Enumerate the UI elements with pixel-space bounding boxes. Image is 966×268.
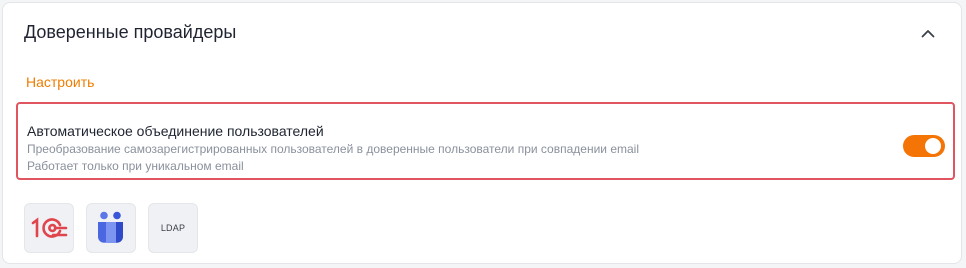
auto-merge-toggle[interactable] bbox=[903, 135, 945, 157]
people-logo-icon bbox=[97, 211, 124, 243]
collapse-button[interactable] bbox=[914, 19, 942, 47]
ldap-icon: LDAP bbox=[160, 223, 186, 233]
toggle-knob bbox=[925, 138, 941, 154]
auto-merge-note: Работает только при уникальном email bbox=[27, 159, 244, 173]
section-title: Доверенные провайдеры bbox=[24, 22, 237, 42]
provider-list: LDAP bbox=[24, 203, 198, 253]
auto-merge-setting: Автоматическое объединение пользователей… bbox=[16, 102, 955, 180]
auto-merge-title: Автоматическое объединение пользователей bbox=[27, 123, 324, 139]
trusted-providers-card: Доверенные провайдеры Настроить Автомати… bbox=[2, 2, 962, 264]
provider-ldap[interactable]: LDAP bbox=[148, 203, 198, 253]
chevron-up-icon bbox=[921, 29, 935, 37]
auto-merge-description: Преобразование самозарегистрированных по… bbox=[27, 142, 639, 156]
provider-1c[interactable] bbox=[24, 203, 74, 253]
provider-people[interactable] bbox=[86, 203, 136, 253]
configure-link[interactable]: Настроить bbox=[26, 74, 94, 90]
1c-logo-icon bbox=[31, 217, 68, 238]
